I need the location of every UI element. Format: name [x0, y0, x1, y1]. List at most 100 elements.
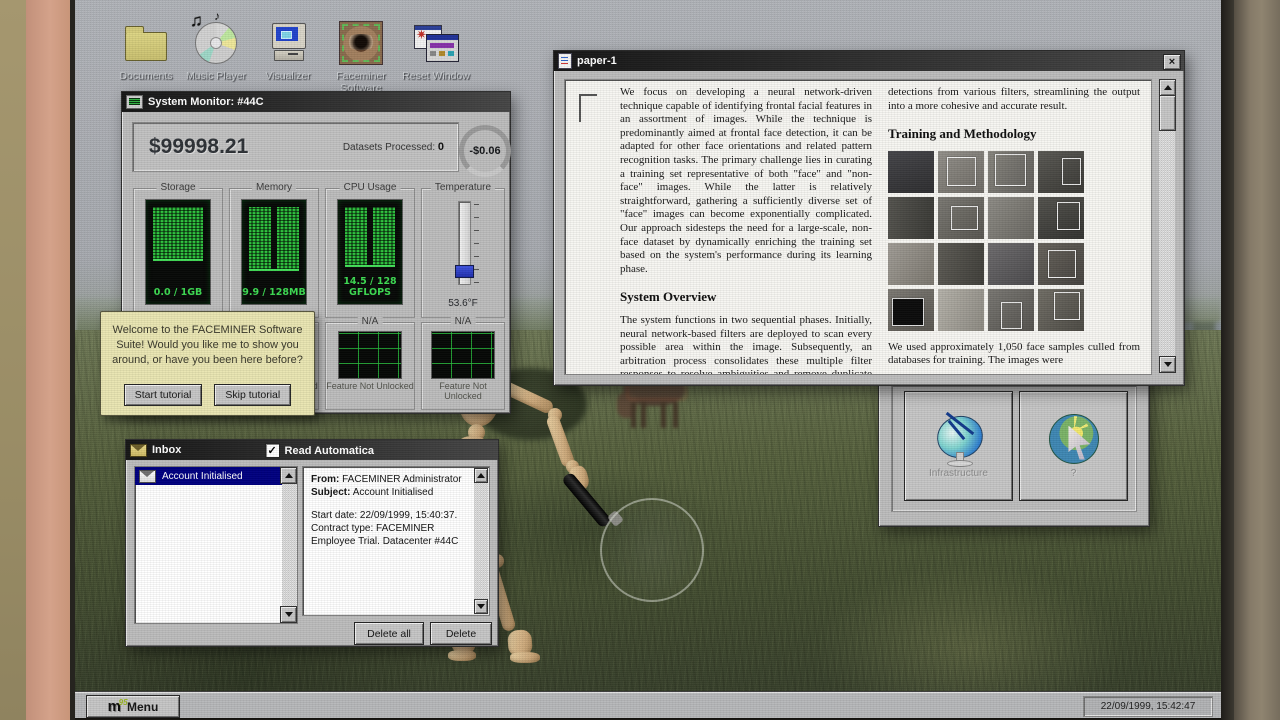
face-grid-cell — [988, 243, 1034, 285]
paper-caption: We used approximately 1,050 face samples… — [888, 341, 1140, 368]
bezel-left-outer — [0, 0, 26, 720]
paper-title: paper-1 — [577, 55, 617, 67]
detection-box — [951, 206, 978, 230]
delete-button[interactable]: Delete — [430, 622, 492, 645]
balance-value: $99998.21 — [149, 135, 248, 159]
system-monitor-title: System Monitor: #44C — [148, 96, 264, 108]
paper-titlebar[interactable]: paper-1 × — [554, 51, 1184, 71]
paper-window: paper-1 × We focus on developing a neura… — [553, 50, 1185, 386]
icon-label: Music Player — [181, 70, 251, 82]
paper-heading-system-overview: System Overview — [620, 290, 872, 304]
bezel-right-edge — [1221, 0, 1234, 720]
help-label: ? — [1071, 468, 1077, 479]
envelope-icon — [130, 444, 147, 457]
desktop-icon-reset-window[interactable]: ✷ Reset Window — [401, 20, 471, 82]
inbox-window: Inbox ✓ Read Automatica Account Initiali… — [125, 439, 499, 647]
folder-icon — [125, 32, 167, 61]
os-logo-icon: m95 — [108, 700, 121, 714]
face-grid-cell — [888, 243, 934, 285]
paper-page: We focus on developing a neural network-… — [564, 79, 1152, 375]
locked-panel-4: N/A Feature Not Unlocked — [421, 322, 505, 410]
face-grid-cell — [888, 197, 934, 239]
face-grid-cell — [988, 197, 1034, 239]
locked-label: N/A — [451, 316, 476, 327]
locked-panel-3: N/A Feature Not Unlocked — [325, 322, 415, 410]
from-label: From: — [311, 474, 339, 485]
scroll-up-button[interactable] — [1159, 79, 1176, 96]
delta-value: -$0.06 — [469, 145, 500, 157]
face-grid-cell — [1038, 197, 1084, 239]
system-monitor-titlebar[interactable]: System Monitor: #44C — [122, 92, 510, 112]
balance-delta-ring: -$0.06 — [459, 125, 511, 177]
paper-scrollbar[interactable] — [1159, 79, 1175, 373]
paper-heading-training: Training and Methodology — [888, 127, 1140, 141]
menu-button[interactable]: m95 Menu — [86, 695, 180, 718]
inbox-title: Inbox — [152, 444, 181, 456]
bezel-left-pink — [26, 0, 70, 720]
face-grid-cell — [888, 289, 934, 331]
paper-right-column: detections from various filters, streaml… — [888, 86, 1140, 375]
face-grid-cell — [938, 151, 984, 193]
locked-grid-display — [338, 331, 402, 379]
inbox-titlebar[interactable]: Inbox ✓ Read Automatica — [126, 440, 498, 460]
bezel-right-outer — [1234, 0, 1280, 720]
skip-tutorial-button[interactable]: Skip tutorial — [214, 384, 291, 406]
desktop-icon-music-player[interactable]: ♫♪ Music Player — [181, 20, 251, 82]
face-grid-cell — [1038, 243, 1084, 285]
storage-lcd: 0.0 / 1GB — [145, 199, 211, 305]
detection-box — [1001, 302, 1022, 328]
cpu-gauge: CPU Usage 14.5 / 128 GFLOPS — [325, 188, 415, 318]
message-scrollbar[interactable] — [474, 468, 488, 614]
desktop-icon-visualizer[interactable]: Visualizer — [253, 20, 323, 82]
gauge-unit: GFLOPS — [338, 287, 402, 298]
subject-label: Subject: — [311, 487, 350, 498]
mail-list-item-selected[interactable]: Account Initialised — [135, 467, 282, 485]
from-value: FACEMINER Administrator — [342, 474, 461, 485]
locked-message: Feature Not Unlocked — [326, 381, 414, 391]
scroll-up-button[interactable] — [474, 468, 488, 483]
scroll-up-button[interactable] — [280, 467, 297, 484]
detection-box — [947, 157, 976, 187]
face-grid-cell — [988, 289, 1034, 331]
taskbar: m95 Menu 22/09/1999, 15:42:47 — [75, 692, 1221, 719]
start-tutorial-button[interactable]: Start tutorial — [124, 384, 203, 406]
infrastructure-button[interactable]: Infrastructure — [904, 391, 1013, 501]
taskbar-clock: 22/09/1999, 15:42:47 — [1083, 696, 1213, 717]
message-line: Start date: 22/09/1999, 15:40:37. — [311, 509, 471, 522]
scroll-down-button[interactable] — [1159, 356, 1176, 373]
scrollbar-thumb[interactable] — [1159, 95, 1176, 131]
temperature-value: 53.6°F — [422, 298, 504, 309]
mannequin-foot — [448, 650, 476, 661]
face-grid-cell — [938, 197, 984, 239]
desktop-icon-documents[interactable]: Documents — [111, 20, 181, 82]
infrastructure-panel-window: Infrastructure ? — [878, 370, 1150, 527]
scroll-down-button[interactable] — [280, 606, 297, 623]
detection-box — [1054, 292, 1080, 320]
read-automatically-checkbox[interactable]: ✓ — [265, 443, 280, 458]
tutorial-tooltip: Welcome to the FACEMINER Software Suite!… — [100, 311, 315, 416]
inbox-mail-list[interactable]: Account Initialised — [134, 466, 298, 624]
detection-box — [892, 298, 924, 326]
temperature-ticks — [474, 203, 479, 283]
face-grid-cell — [938, 243, 984, 285]
read-automatically-control[interactable]: ✓ Read Automatica — [265, 443, 374, 458]
gauge-label: CPU Usage — [340, 182, 401, 193]
crt-stage: Documents ♫♪ Music Player Visualizer Fac… — [0, 0, 1280, 720]
face-grid-cell — [1038, 151, 1084, 193]
face-grid-cell — [1038, 289, 1084, 331]
desktop-icon-faceminer-software[interactable]: Faceminer Software — [326, 20, 396, 94]
delete-all-button[interactable]: Delete all — [354, 622, 424, 645]
icon-label: Documents — [111, 70, 181, 82]
help-globe-button[interactable]: ? — [1019, 391, 1128, 501]
icon-label: Visualizer — [253, 70, 323, 82]
close-button[interactable]: × — [1163, 54, 1181, 70]
scroll-down-button[interactable] — [474, 599, 488, 614]
face-grid-cell — [888, 151, 934, 193]
mail-list-scrollbar[interactable] — [282, 467, 297, 623]
temperature-gauge: Temperature 53.6°F — [421, 188, 505, 318]
menu-label: Menu — [127, 700, 158, 714]
detection-box — [1057, 202, 1079, 230]
temperature-slider-handle[interactable] — [455, 265, 474, 278]
page-corner-mark — [579, 94, 597, 122]
balance-panel: $99998.21 Datasets Processed: 0 — [132, 122, 459, 172]
